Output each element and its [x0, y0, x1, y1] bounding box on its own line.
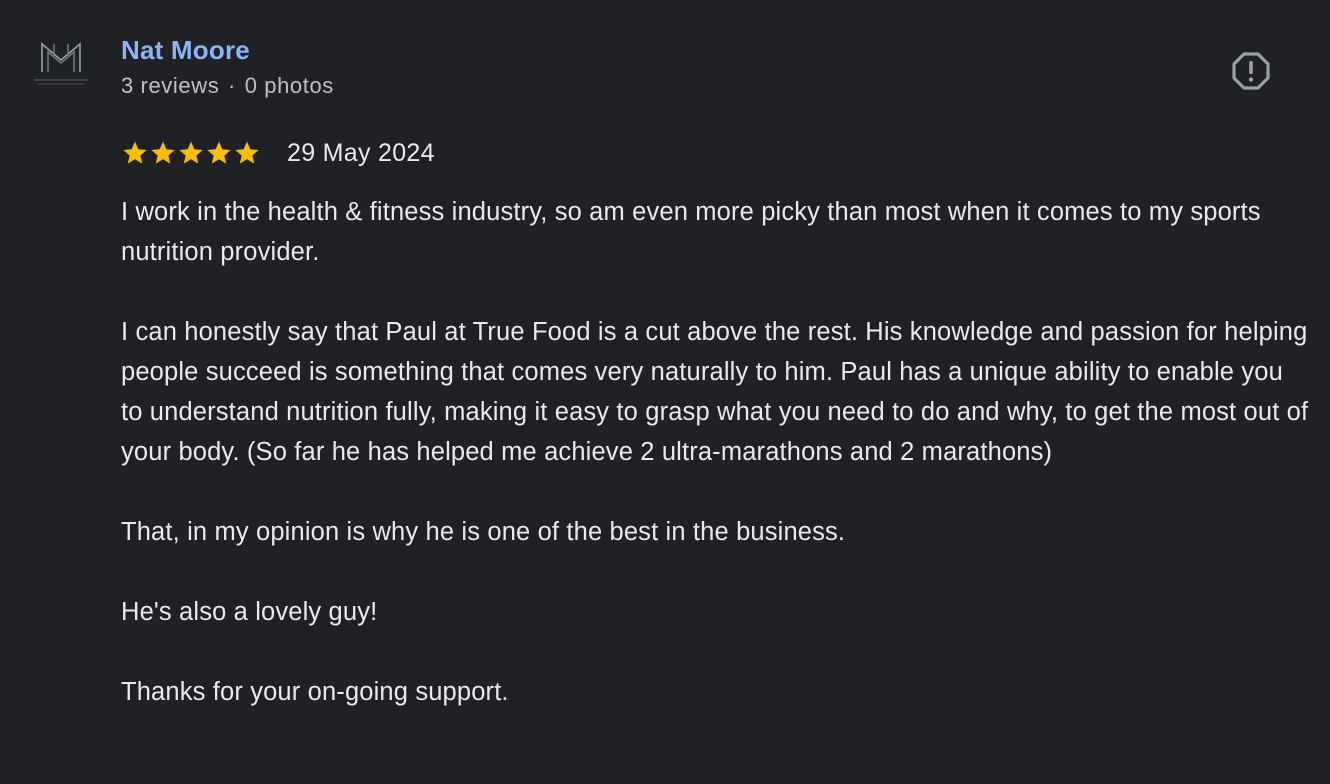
- rating-row: 29 May 2024: [121, 136, 435, 170]
- review-paragraph: That, in my opinion is why he is one of …: [121, 518, 846, 546]
- reviews-count: 3 reviews: [121, 73, 220, 98]
- review-date: 29 May 2024: [287, 139, 435, 167]
- reviewer-avatar[interactable]: [28, 36, 94, 90]
- photos-count: 0 photos: [244, 73, 334, 98]
- star-filled-icon: [235, 141, 259, 164]
- report-icon: [1232, 52, 1270, 90]
- star-filled-icon: [123, 141, 147, 164]
- meta-separator: ·: [228, 73, 236, 98]
- reviewer-name[interactable]: Nat Moore: [121, 34, 250, 66]
- star-rating: [121, 139, 261, 167]
- star-filled-icon: [179, 141, 203, 164]
- review-text: I work in the health & fitness industry,…: [121, 192, 1311, 712]
- review-paragraph: Thanks for your on-going support.: [121, 678, 509, 706]
- star-filled-icon: [207, 141, 231, 164]
- review-paragraph: I work in the health & fitness industry,…: [121, 198, 1261, 266]
- reviewer-stats: 3 reviews · 0 photos: [121, 72, 334, 100]
- star-filled-icon: [151, 141, 175, 164]
- report-review-button[interactable]: [1228, 48, 1274, 94]
- review-paragraph: I can honestly say that Paul at True Foo…: [121, 318, 1309, 466]
- review-paragraph: He's also a lovely guy!: [121, 598, 378, 626]
- monogram-m-logo-icon: [34, 42, 88, 85]
